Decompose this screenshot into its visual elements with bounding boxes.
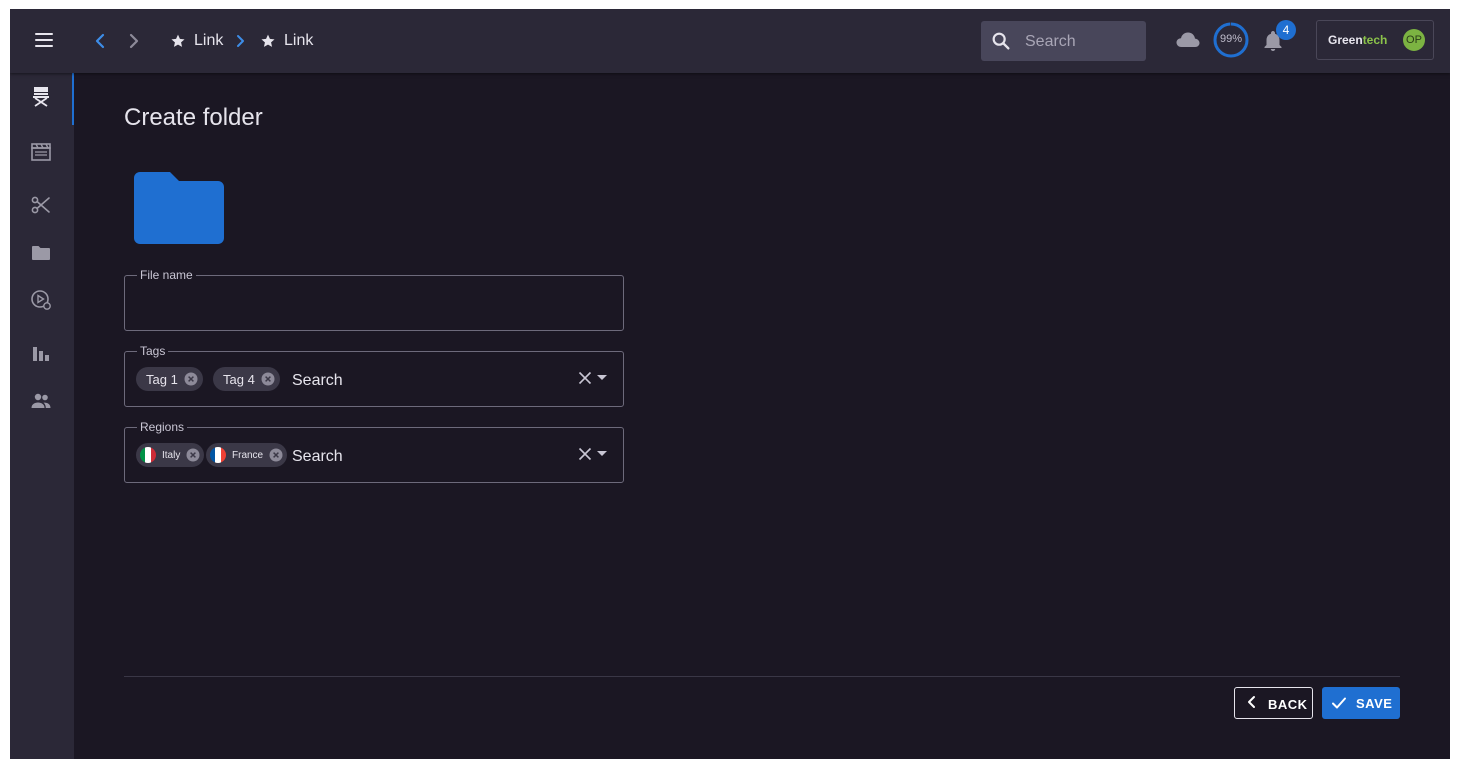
chip-label: Italy bbox=[162, 449, 181, 461]
director-chair-icon bbox=[33, 87, 49, 107]
top-bar: Link Link 99% bbox=[10, 9, 1450, 73]
progress-indicator: 99% bbox=[1212, 21, 1250, 59]
clear-icon[interactable] bbox=[577, 446, 593, 462]
divider bbox=[124, 676, 1400, 677]
sidebar-item-edit[interactable] bbox=[10, 182, 74, 230]
remove-chip-icon[interactable] bbox=[269, 448, 283, 462]
clear-icon[interactable] bbox=[577, 370, 593, 386]
back-button[interactable]: BACK bbox=[1234, 687, 1313, 719]
app-window: Link Link 99% bbox=[10, 9, 1450, 759]
chevron-left-icon bbox=[1248, 696, 1255, 708]
dropdown-arrow-icon[interactable] bbox=[597, 450, 607, 458]
scissors-icon bbox=[31, 196, 50, 214]
folder-illustration-icon bbox=[134, 172, 224, 244]
region-chip[interactable]: France bbox=[206, 443, 288, 467]
region-chip[interactable]: Italy bbox=[136, 443, 205, 467]
people-icon bbox=[31, 393, 51, 408]
back-arrow-icon[interactable] bbox=[90, 31, 110, 51]
tags-label: Tags bbox=[137, 344, 169, 358]
tag-chip[interactable]: Tag 4 bbox=[213, 367, 280, 391]
chevron-right-icon bbox=[237, 35, 244, 47]
notification-badge: 4 bbox=[1276, 20, 1296, 40]
star-icon bbox=[171, 34, 185, 47]
regions-field[interactable]: Regions Italy France bbox=[124, 420, 624, 483]
back-button-label: BACK bbox=[1268, 697, 1308, 712]
clapperboard-icon bbox=[31, 143, 51, 161]
file-name-input[interactable] bbox=[139, 294, 613, 316]
brand-logo: Greentech bbox=[1328, 33, 1388, 47]
progress-text: 99% bbox=[1219, 33, 1243, 45]
sidebar-item-scenes[interactable] bbox=[10, 129, 74, 177]
regions-label: Regions bbox=[137, 420, 188, 434]
dropdown-arrow-icon[interactable] bbox=[597, 374, 607, 382]
regions-search-input[interactable] bbox=[290, 446, 494, 468]
page-title: Create folder bbox=[124, 104, 263, 131]
avatar[interactable]: OP bbox=[1403, 29, 1425, 51]
sidebar bbox=[10, 73, 74, 759]
star-icon bbox=[261, 34, 275, 47]
remove-chip-icon[interactable] bbox=[261, 372, 275, 386]
tags-search-input[interactable] bbox=[290, 370, 494, 392]
cloud-icon[interactable] bbox=[1175, 29, 1201, 51]
sidebar-item-media[interactable] bbox=[10, 277, 74, 325]
france-flag-icon bbox=[210, 447, 226, 463]
search-box[interactable] bbox=[981, 21, 1146, 61]
italy-flag-icon bbox=[140, 447, 156, 463]
breadcrumb-label: Link bbox=[284, 32, 314, 49]
search-input[interactable] bbox=[1023, 31, 1142, 53]
film-reel-icon bbox=[31, 290, 51, 310]
chip-label: France bbox=[232, 449, 264, 461]
chip-label: Tag 4 bbox=[223, 371, 255, 387]
sidebar-item-folders[interactable] bbox=[10, 230, 74, 278]
menu-icon[interactable] bbox=[34, 31, 56, 49]
save-button-label: SAVE bbox=[1356, 696, 1393, 711]
sidebar-item-director[interactable] bbox=[10, 73, 74, 125]
file-name-field[interactable]: File name bbox=[124, 268, 624, 331]
breadcrumb-link-2[interactable]: Link bbox=[260, 31, 313, 51]
sidebar-item-analytics[interactable] bbox=[10, 330, 74, 378]
breadcrumb-link-1[interactable]: Link bbox=[170, 31, 223, 51]
remove-chip-icon[interactable] bbox=[186, 448, 200, 462]
tag-chip[interactable]: Tag 1 bbox=[136, 367, 203, 391]
check-icon bbox=[1332, 697, 1346, 709]
search-icon bbox=[992, 32, 1010, 50]
bar-chart-icon bbox=[33, 347, 49, 361]
forward-arrow-icon[interactable] bbox=[124, 31, 144, 51]
file-name-label: File name bbox=[137, 268, 196, 282]
remove-chip-icon[interactable] bbox=[184, 372, 198, 386]
folder-icon bbox=[32, 246, 50, 260]
tags-field[interactable]: Tags Tag 1 Tag 4 bbox=[124, 344, 624, 407]
chip-label: Tag 1 bbox=[146, 371, 178, 387]
sidebar-item-team[interactable] bbox=[10, 378, 74, 426]
save-button[interactable]: SAVE bbox=[1322, 687, 1400, 719]
brand-account-button[interactable]: Greentech OP bbox=[1316, 20, 1434, 60]
breadcrumb-label: Link bbox=[194, 32, 224, 49]
